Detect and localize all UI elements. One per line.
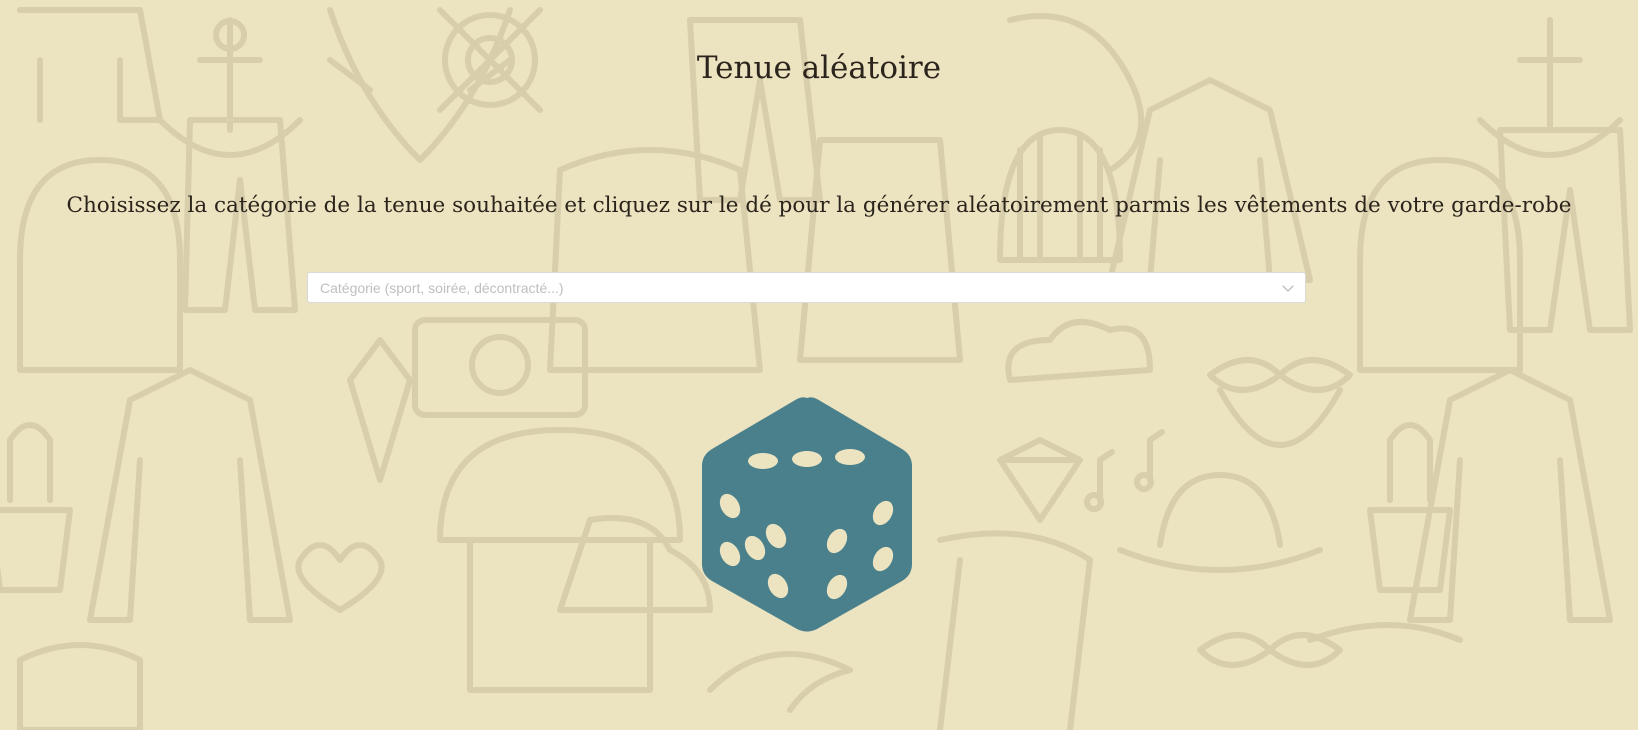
dice-icon[interactable]: [700, 396, 914, 632]
chevron-down-icon: [1282, 285, 1294, 292]
category-select-placeholder: Catégorie (sport, soirée, décontracté...…: [320, 280, 564, 296]
instructions-text: Choisissez la catégorie de la tenue souh…: [66, 193, 1572, 218]
category-select[interactable]: Catégorie (sport, soirée, décontracté...…: [307, 272, 1306, 303]
page-title: Tenue aléatoire: [696, 50, 942, 86]
